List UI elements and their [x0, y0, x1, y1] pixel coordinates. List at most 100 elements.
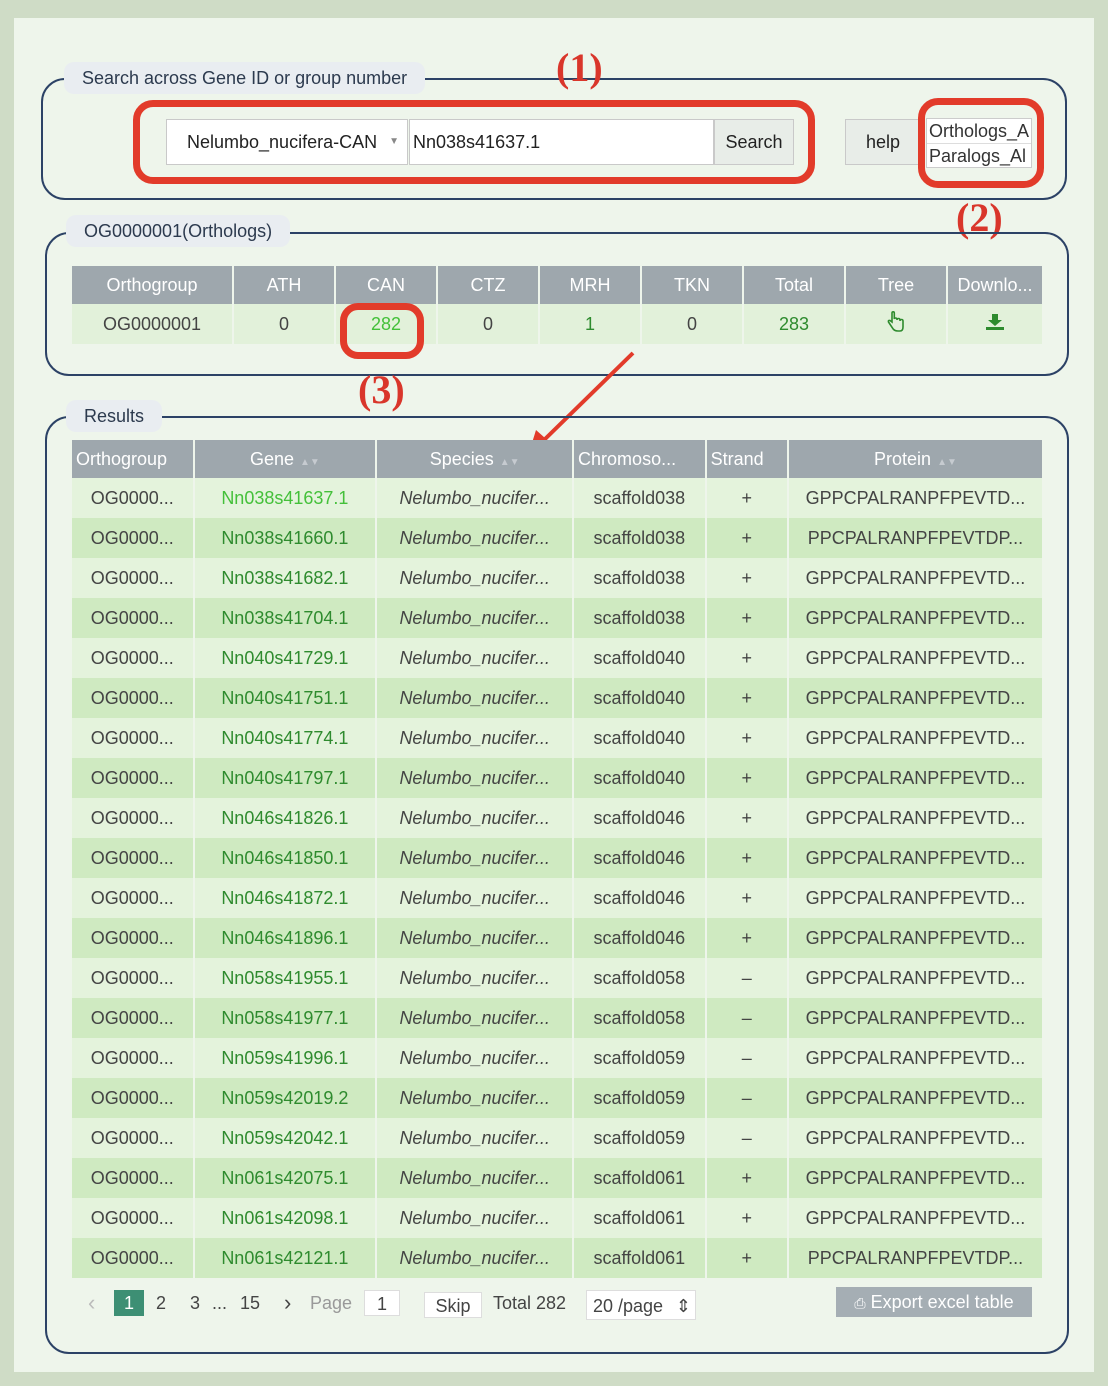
- results-cell-protein: GPPCPALRANPFPEVTD...: [788, 598, 1042, 638]
- page-ellipsis: ...: [212, 1293, 228, 1313]
- results-cell-gene[interactable]: Nn059s42019.2: [194, 1078, 376, 1118]
- sort-icon[interactable]: ▲▼: [937, 457, 957, 468]
- og-cell-tree[interactable]: [846, 304, 946, 344]
- help-button[interactable]: help: [845, 119, 921, 165]
- results-cell-species: Nelumbo_nucifer...: [377, 558, 573, 598]
- results-cell-gene[interactable]: Nn059s42042.1: [194, 1118, 376, 1158]
- results-cell-chromosome: scaffold061: [574, 1198, 705, 1238]
- results-cell-gene[interactable]: Nn038s41682.1: [194, 558, 376, 598]
- annotation-1: (1): [556, 45, 603, 90]
- results-header-species[interactable]: Species ▲▼: [377, 440, 573, 478]
- results-cell-gene[interactable]: Nn038s41704.1: [194, 598, 376, 638]
- results-header-species-label: Species: [429, 448, 494, 469]
- results-header-orthogroup[interactable]: Orthogroup: [72, 440, 193, 478]
- results-cell-strand: +: [706, 518, 787, 558]
- og-cell-mrh-link[interactable]: 1: [540, 304, 640, 344]
- updown-caret-icon: ⇕: [675, 1296, 691, 1316]
- results-cell-orthogroup: OG0000...: [72, 1198, 193, 1238]
- results-header-gene-label: Gene: [249, 448, 294, 469]
- results-header-strand[interactable]: Strand: [706, 440, 787, 478]
- results-cell-orthogroup: OG0000...: [72, 998, 193, 1038]
- results-cell-gene[interactable]: Nn061s42121.1: [194, 1238, 376, 1278]
- results-cell-orthogroup: OG0000...: [72, 558, 193, 598]
- table-row: OG0000... Nn061s42121.1 Nelumbo_nucifer...…: [72, 1238, 1042, 1278]
- table-row: OG0000... Nn046s41896.1 Nelumbo_nucifer...…: [72, 918, 1042, 958]
- table-row: OG0000... Nn058s41977.1 Nelumbo_nucifer...…: [72, 998, 1042, 1038]
- results-header-chromosome-label: Chromoso...: [578, 448, 677, 469]
- export-excel-button[interactable]: ⎙ Export excel table: [836, 1287, 1032, 1317]
- page-size-select[interactable]: 20 /page ⇕: [586, 1290, 696, 1320]
- results-cell-species: Nelumbo_nucifer...: [377, 878, 573, 918]
- og-header-orthogroup: Orthogroup: [72, 266, 232, 304]
- results-cell-chromosome: scaffold046: [574, 918, 705, 958]
- results-body: OG0000... Nn038s41637.1 Nelumbo_nucifer...…: [72, 478, 1042, 1278]
- results-cell-chromosome: scaffold046: [574, 878, 705, 918]
- results-cell-orthogroup: OG0000...: [72, 918, 193, 958]
- skip-button[interactable]: Skip: [424, 1292, 482, 1318]
- results-cell-strand: +: [706, 878, 787, 918]
- results-header-chromosome[interactable]: Chromoso...: [574, 440, 705, 478]
- results-header-gene[interactable]: Gene ▲▼: [194, 440, 376, 478]
- results-cell-strand: +: [706, 798, 787, 838]
- page-1-button[interactable]: 1: [114, 1290, 144, 1316]
- page-jump-input[interactable]: 1: [364, 1290, 400, 1316]
- page-2-button[interactable]: 2: [156, 1288, 166, 1318]
- results-cell-gene[interactable]: Nn040s41797.1: [194, 758, 376, 798]
- pointing-hand-icon[interactable]: [886, 310, 906, 338]
- results-cell-protein: GPPCPALRANPFPEVTD...: [788, 1118, 1042, 1158]
- results-cell-gene[interactable]: Nn046s41850.1: [194, 838, 376, 878]
- sort-icon[interactable]: ▲▼: [300, 457, 320, 468]
- results-cell-gene[interactable]: Nn038s41637.1: [194, 478, 376, 518]
- results-cell-gene[interactable]: Nn058s41977.1: [194, 998, 376, 1038]
- results-header-protein[interactable]: Protein ▲▼: [788, 440, 1042, 478]
- results-cell-gene[interactable]: Nn046s41896.1: [194, 918, 376, 958]
- results-cell-chromosome: scaffold061: [574, 1238, 705, 1278]
- sort-icon[interactable]: ▲▼: [500, 457, 520, 468]
- results-cell-species: Nelumbo_nucifer...: [377, 838, 573, 878]
- results-cell-strand: +: [706, 758, 787, 798]
- results-cell-species: Nelumbo_nucifer...: [377, 638, 573, 678]
- results-cell-gene[interactable]: Nn040s41751.1: [194, 678, 376, 718]
- results-cell-orthogroup: OG0000...: [72, 598, 193, 638]
- results-cell-protein: PPCPALRANPFPEVTDP...: [788, 1238, 1042, 1278]
- results-cell-gene[interactable]: Nn038s41660.1: [194, 518, 376, 558]
- page-3-button[interactable]: 3: [190, 1288, 200, 1318]
- export-excel-label: Export excel table: [870, 1292, 1014, 1312]
- table-row: OG0000... Nn046s41826.1 Nelumbo_nucifer...…: [72, 798, 1042, 838]
- results-cell-strand: –: [706, 1078, 787, 1118]
- table-row: OG0000... Nn040s41751.1 Nelumbo_nucifer...…: [72, 678, 1042, 718]
- results-cell-species: Nelumbo_nucifer...: [377, 1198, 573, 1238]
- results-cell-orthogroup: OG0000...: [72, 718, 193, 758]
- prev-page-button[interactable]: ‹: [88, 1288, 95, 1318]
- results-cell-species: Nelumbo_nucifer...: [377, 1238, 573, 1278]
- results-cell-gene[interactable]: Nn061s42075.1: [194, 1158, 376, 1198]
- results-cell-orthogroup: OG0000...: [72, 838, 193, 878]
- results-cell-gene[interactable]: Nn040s41729.1: [194, 638, 376, 678]
- results-cell-strand: +: [706, 558, 787, 598]
- results-cell-species: Nelumbo_nucifer...: [377, 798, 573, 838]
- og-cell-ctz: 0: [438, 304, 538, 344]
- results-cell-chromosome: scaffold040: [574, 718, 705, 758]
- og-cell-total-link[interactable]: 283: [744, 304, 844, 344]
- table-row: OG0000... Nn061s42098.1 Nelumbo_nucifer...…: [72, 1198, 1042, 1238]
- og-cell-download[interactable]: [948, 304, 1042, 344]
- results-cell-strand: +: [706, 478, 787, 518]
- results-cell-gene[interactable]: Nn059s41996.1: [194, 1038, 376, 1078]
- og-header-ctz: CTZ: [438, 266, 538, 304]
- results-cell-gene[interactable]: Nn046s41826.1: [194, 798, 376, 838]
- next-page-button[interactable]: ›: [284, 1288, 291, 1318]
- og-cell-tkn: 0: [642, 304, 742, 344]
- search-legend: Search across Gene ID or group number: [64, 62, 426, 94]
- results-cell-strand: +: [706, 718, 787, 758]
- page-label: Page: [310, 1293, 353, 1313]
- results-cell-orthogroup: OG0000...: [72, 878, 193, 918]
- download-icon[interactable]: [985, 313, 1005, 336]
- results-cell-gene[interactable]: Nn040s41774.1: [194, 718, 376, 758]
- table-row: OG0000... Nn046s41850.1 Nelumbo_nucifer...…: [72, 838, 1042, 878]
- results-cell-protein: GPPCPALRANPFPEVTD...: [788, 478, 1042, 518]
- results-cell-gene[interactable]: Nn058s41955.1: [194, 958, 376, 998]
- page-15-button[interactable]: 15: [240, 1288, 260, 1318]
- table-row: OG0000... Nn038s41682.1 Nelumbo_nucifer...…: [72, 558, 1042, 598]
- results-cell-gene[interactable]: Nn046s41872.1: [194, 878, 376, 918]
- results-cell-gene[interactable]: Nn061s42098.1: [194, 1198, 376, 1238]
